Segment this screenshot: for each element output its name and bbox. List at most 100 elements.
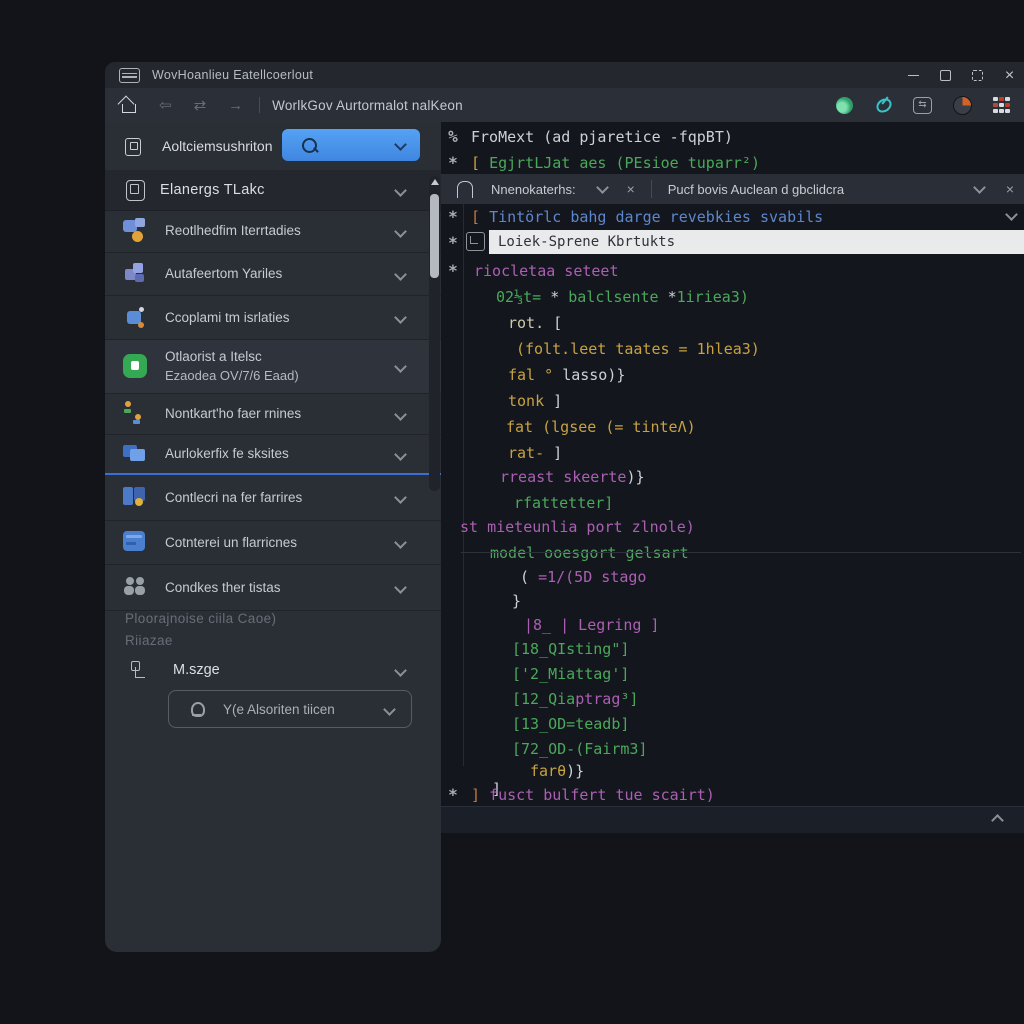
sidebar-item-label: Nontkart'ho faer rnines xyxy=(165,404,301,424)
sidebar-header: Aoltciemsushriton xyxy=(105,122,441,169)
code-token: (folt.leet taates = 1hlea3) xyxy=(516,340,760,358)
code-line[interactable]: [ EgjrtLJat aes (PEsioe tuparr²) xyxy=(471,150,760,176)
code-token: [72_OD-(Fairm3] xyxy=(512,740,647,758)
sidebar-merge-row[interactable]: M.szge xyxy=(105,650,441,690)
code-token: [ xyxy=(553,314,562,332)
sidebar-header-label: Aoltciemsushriton xyxy=(162,138,273,154)
bookmark-icon xyxy=(126,180,145,201)
code-line[interactable]: rot. [ xyxy=(508,310,562,336)
sidebar-item[interactable]: Condkes ther tistas xyxy=(105,565,441,611)
code-line[interactable]: st mieteunlia port zlnole) xyxy=(460,514,695,540)
sidebar-dropdown[interactable]: Y(e Alsoriten tiicen xyxy=(168,690,412,728)
code-token: fusct bulfert tue scairt) xyxy=(489,786,715,804)
cards-icon xyxy=(123,485,149,511)
swap-arrows-icon[interactable]: ⇄ xyxy=(194,96,207,114)
back-icon[interactable]: ⇦ xyxy=(159,96,172,114)
tab-2-label[interactable]: Pucf bovis Auclean d gbclidcra xyxy=(668,182,844,197)
search-button[interactable] xyxy=(282,129,420,161)
code-token: [12_Qia xyxy=(512,690,575,708)
sidebar-item[interactable]: Reotlhedfim Iterrtadies xyxy=(105,210,441,253)
toolbar-title: WorlkGov Aurtormalot nalKeon xyxy=(272,98,463,113)
sidebar-item-label: Aurlokerfix fe sksites xyxy=(165,444,289,464)
sidebar-item-sublabel: Ezaodea OV/7/6 Eaad) xyxy=(165,368,299,383)
sidebar-scrollbar[interactable] xyxy=(429,176,440,491)
code-token: Tintörlc bahg darge revebkies svabils xyxy=(489,208,823,226)
chevron-icon[interactable] xyxy=(1005,208,1018,221)
search-icon xyxy=(191,702,205,717)
search-icon xyxy=(302,138,317,153)
sidebar-item-label: Cotnterei un flarricnes xyxy=(165,533,297,553)
copy-icon xyxy=(125,135,145,157)
code-line[interactable]: rat- ] xyxy=(508,440,562,466)
code-line[interactable]: |8_ | Legring ] xyxy=(524,612,659,638)
code-token: [ xyxy=(471,208,489,226)
tab-1-label[interactable]: Nnenokaterhs: xyxy=(491,182,576,197)
code-line[interactable]: FroMext (ad pjaretice -fqpBT) xyxy=(471,124,733,150)
code-line[interactable]: (folt.leet taates = 1hlea3) xyxy=(516,336,760,362)
scrollbar-thumb[interactable] xyxy=(430,194,439,278)
dropdown-value: Y(e Alsoriten tiicen xyxy=(223,702,335,717)
window-titlebar: WovHoanlieu Eatellcoerlout × xyxy=(105,62,1024,88)
sidebar-item[interactable]: Autafeertom Yariles xyxy=(105,253,441,296)
code-line[interactable]: model ooesgort gelsart xyxy=(490,540,689,566)
restore-button[interactable] xyxy=(971,69,984,82)
chevron-up-icon[interactable] xyxy=(991,814,1004,827)
chevron-down-icon[interactable] xyxy=(596,181,609,194)
pen-icon[interactable] xyxy=(874,96,892,114)
minimize-button[interactable] xyxy=(907,69,920,82)
maximize-button[interactable] xyxy=(939,69,952,82)
tab-close-icon[interactable]: × xyxy=(1006,181,1014,197)
code-panel: %FroMext (ad pjaretice -fqpBT)*[ EgjrtLJ… xyxy=(441,122,1024,830)
people-icon xyxy=(123,575,149,601)
sidebar-item[interactable]: Aurlokerfix fe sksites xyxy=(105,435,441,475)
close-button[interactable]: × xyxy=(1003,69,1016,82)
pie-chart-icon[interactable] xyxy=(953,96,972,115)
code-line[interactable]: ( =1/(5D stago xyxy=(520,564,646,590)
code-line[interactable]: rfattetter] xyxy=(514,490,613,516)
globe-icon[interactable] xyxy=(836,97,853,114)
code-line[interactable]: tonk ] xyxy=(508,388,562,414)
box-arrow-icon[interactable]: ⇆ xyxy=(913,97,932,114)
sidebar-item[interactable]: Otlaorist a ItelscEzaodea OV/7/6 Eaad) xyxy=(105,340,441,394)
code-line[interactable]: [ Tintörlc bahg darge revebkies svabils xyxy=(471,204,823,230)
code-line[interactable]: [12_Qiaptrag³] xyxy=(512,686,638,712)
windows-icon xyxy=(123,441,149,467)
sidebar-item[interactable]: Cotnterei un flarricnes xyxy=(105,521,441,565)
chevron-down-icon xyxy=(394,311,407,324)
sidebar-item[interactable]: Contlecri na fer farrires xyxy=(105,475,441,521)
screen: WovHoanlieu Eatellcoerlout × ⇦ ⇄ → Worlk… xyxy=(0,0,1024,1024)
code-line[interactable]: farθ)} xyxy=(530,758,584,784)
code-line[interactable]: fat (lgsee (= tinteΛ) xyxy=(506,414,696,440)
home-icon[interactable] xyxy=(121,98,137,113)
chevron-down-icon xyxy=(394,536,407,549)
chevron-down-icon[interactable] xyxy=(973,181,986,194)
code-line[interactable]: ['2_Miattag'] xyxy=(512,661,629,687)
editor-input-bar[interactable]: Loiek-Sprene Kbrtukts xyxy=(489,230,1024,254)
gutter-marker: * xyxy=(445,258,461,284)
scroll-up-icon[interactable] xyxy=(431,179,439,185)
panel-icon xyxy=(123,530,149,556)
code-line[interactable]: } xyxy=(512,588,521,614)
forward-icon[interactable]: → xyxy=(228,97,243,114)
code-line[interactable]: [13_OD=teadb] xyxy=(512,711,629,737)
sidebar-item[interactable]: Ccoplami tm isrlaties xyxy=(105,296,441,340)
code-line[interactable]: fal ° lasso)} xyxy=(508,362,625,388)
sidebar-item[interactable]: Nontkart'ho faer rnines xyxy=(105,394,441,435)
code-line[interactable]: rreast skeerte)} xyxy=(500,464,645,490)
code-token: 02⅓t= xyxy=(496,288,550,306)
grid-icon[interactable] xyxy=(993,97,1010,114)
sidebar-group-header[interactable]: Elanergs TLakc xyxy=(105,170,441,211)
code-token: fal ° xyxy=(508,366,562,384)
tab-close-icon[interactable]: × xyxy=(627,181,635,197)
toolbar: ⇦ ⇄ → WorlkGov Aurtormalot nalKeon ⇆ xyxy=(105,88,1024,122)
code-line[interactable]: 02⅓t= * balclsente *1iriea3) xyxy=(496,284,749,310)
status-row[interactable] xyxy=(441,806,1024,833)
insert-icon xyxy=(466,232,485,251)
code-line[interactable]: riocletaa seteet xyxy=(474,258,619,284)
app-window-icon xyxy=(119,68,140,83)
merge-label: M.szge xyxy=(173,662,220,678)
sidebar-item-label: Otlaorist a ItelscEzaodea OV/7/6 Eaad) xyxy=(165,347,299,386)
code-line[interactable]: ] fusct bulfert tue scairt) xyxy=(471,782,715,808)
code-line[interactable]: [18_QIsting"] xyxy=(512,636,629,662)
editor-tab-bar: Nnenokaterhs: × Pucf bovis Auclean d gbc… xyxy=(441,174,1024,204)
